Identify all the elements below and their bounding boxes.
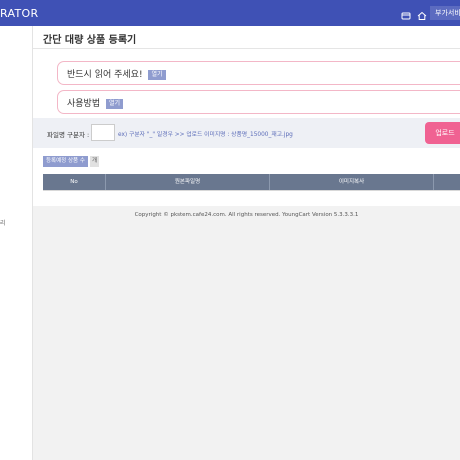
open-must-read-button[interactable]: 열기 bbox=[148, 70, 166, 80]
notice-must-read-label: 반드시 읽어 주세요! bbox=[67, 70, 143, 80]
column-header-image-copy: 이미지복사 bbox=[270, 174, 434, 190]
notice-usage-label: 사용방법 bbox=[67, 99, 101, 109]
top-bar: RATOR 부가서비스 bbox=[0, 0, 460, 26]
sidebar-item-fragment[interactable]: 리 bbox=[0, 218, 6, 227]
column-header-extra bbox=[434, 174, 460, 190]
sidebar: 리 bbox=[0, 26, 33, 460]
content-card: 간단 대량 상품 등록기 반드시 읽어 주세요! 열기 사용방법 열기 파일명 … bbox=[33, 26, 460, 206]
table-header: No 원본파일명 이미지복사 bbox=[43, 174, 460, 190]
separator-label: 파일명 구분자 : bbox=[47, 131, 90, 139]
upload-button[interactable]: 업로드 bbox=[425, 122, 460, 144]
notice-must-read: 반드시 읽어 주세요! 열기 bbox=[57, 61, 460, 85]
addon-service-button[interactable]: 부가서비스 bbox=[430, 6, 460, 20]
column-header-no: No bbox=[43, 174, 106, 190]
brand-title[interactable]: RATOR bbox=[0, 7, 38, 20]
main-content: 간단 대량 상품 등록기 반드시 읽어 주세요! 열기 사용방법 열기 파일명 … bbox=[33, 26, 460, 460]
title-divider bbox=[33, 48, 460, 49]
separator-input[interactable] bbox=[91, 124, 115, 141]
home-icon[interactable] bbox=[416, 7, 428, 20]
planned-count-value: 개 bbox=[90, 156, 100, 167]
planned-count-label: 등록예정 상품 수 bbox=[43, 156, 88, 167]
page-title: 간단 대량 상품 등록기 bbox=[43, 35, 137, 46]
open-usage-button[interactable]: 열기 bbox=[106, 99, 124, 109]
table-bottom-border bbox=[43, 190, 460, 191]
footer-copyright: Copyright © pkstem.cafe24.com. All right… bbox=[134, 212, 359, 218]
window-icon[interactable] bbox=[400, 7, 412, 20]
separator-hint: ex) 구분자 "_" 일경우 >> 업로드 이미지명 : 상품명_15000_… bbox=[118, 132, 293, 138]
upload-toolbar: 파일명 구분자 : ex) 구분자 "_" 일경우 >> 업로드 이미지명 : … bbox=[33, 118, 460, 148]
notice-usage: 사용방법 열기 bbox=[57, 90, 460, 114]
column-header-original-filename: 원본파일명 bbox=[106, 174, 270, 190]
